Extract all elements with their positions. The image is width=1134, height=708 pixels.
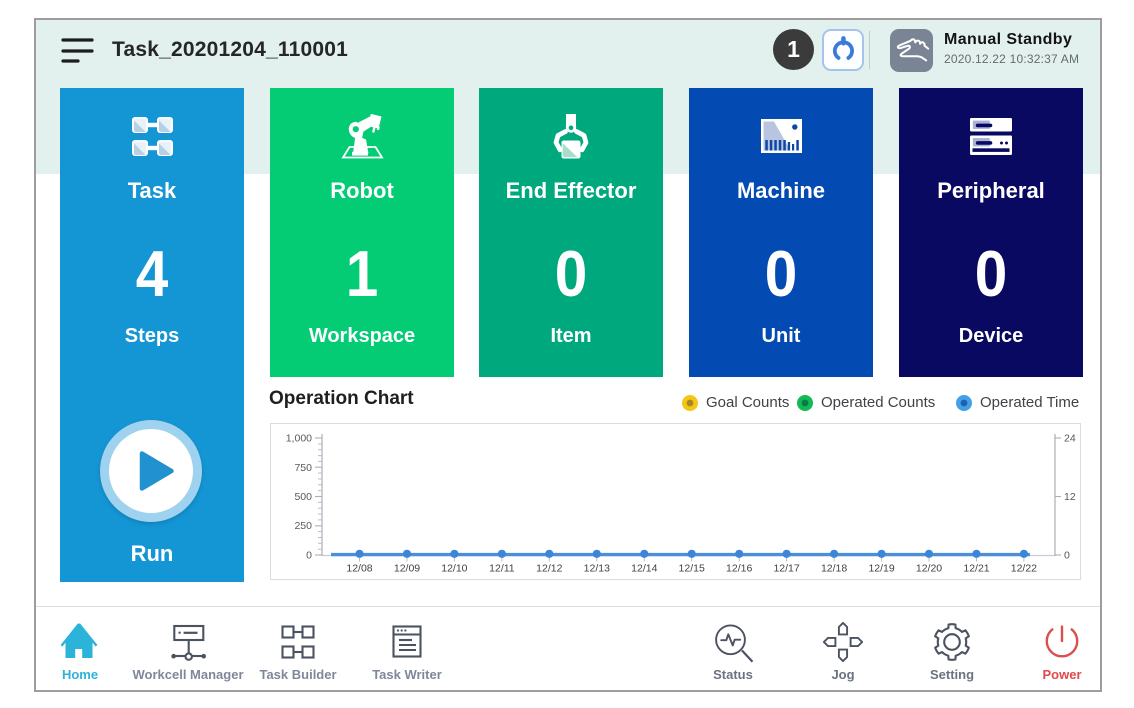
svg-text:12/20: 12/20 <box>916 563 942 575</box>
svg-text:12: 12 <box>1064 491 1076 503</box>
svg-text:12/16: 12/16 <box>726 563 752 575</box>
svg-text:12/11: 12/11 <box>489 563 515 575</box>
svg-text:12/21: 12/21 <box>963 563 989 575</box>
svg-text:24: 24 <box>1064 433 1076 445</box>
svg-text:12/09: 12/09 <box>394 563 420 575</box>
svg-text:12/13: 12/13 <box>584 563 610 575</box>
svg-text:12/18: 12/18 <box>821 563 847 575</box>
svg-text:12/10: 12/10 <box>441 563 467 575</box>
svg-text:1,000: 1,000 <box>286 433 312 445</box>
svg-text:0: 0 <box>306 550 312 562</box>
svg-text:750: 750 <box>294 462 312 474</box>
svg-text:12/14: 12/14 <box>631 563 657 575</box>
svg-text:0: 0 <box>1064 550 1070 562</box>
svg-text:12/22: 12/22 <box>1011 563 1037 575</box>
svg-text:250: 250 <box>294 520 312 532</box>
svg-text:12/15: 12/15 <box>679 563 705 575</box>
svg-text:12/12: 12/12 <box>536 563 562 575</box>
svg-text:12/08: 12/08 <box>346 563 372 575</box>
svg-text:12/17: 12/17 <box>773 563 799 575</box>
svg-text:12/19: 12/19 <box>868 563 894 575</box>
svg-text:500: 500 <box>294 491 312 503</box>
